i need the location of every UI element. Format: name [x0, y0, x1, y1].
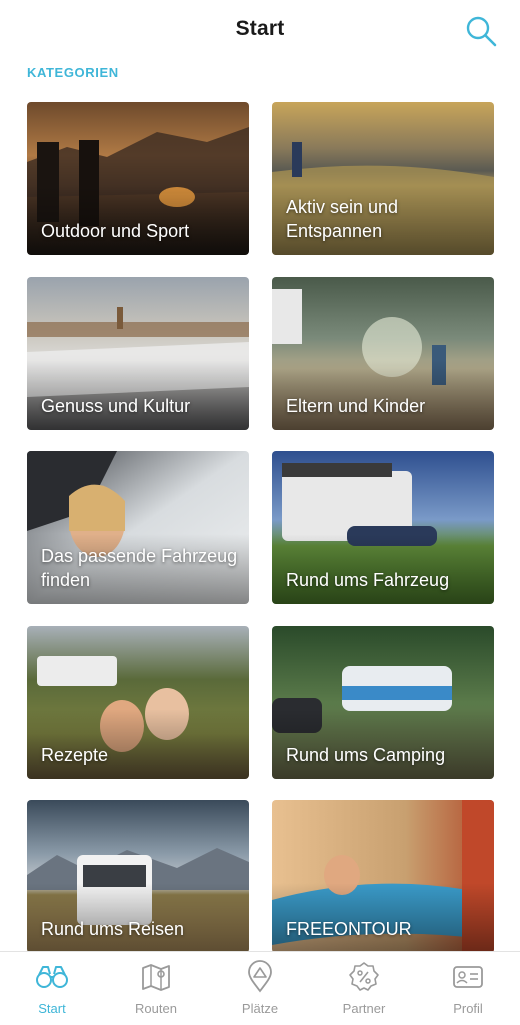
category-tile-genuss-und-kultur[interactable]: Genuss und Kultur	[27, 277, 249, 430]
category-label: Genuss und Kultur	[41, 396, 191, 416]
category-label: Rund ums Reisen	[41, 919, 185, 939]
tab-profil[interactable]: Profil	[416, 952, 520, 1025]
category-label: Outdoor und Sport	[41, 221, 190, 241]
category-tile-das-passende-fahrzeug-finden[interactable]: Das passende Fahrzeug finden	[27, 451, 249, 604]
category-tile-outdoor-und-sport[interactable]: Outdoor und Sport	[27, 102, 249, 255]
category-tile-eltern-und-kinder[interactable]: Eltern und Kinder	[272, 277, 494, 430]
id-card-icon	[453, 966, 483, 988]
tab-routen[interactable]: Routen	[104, 952, 208, 1025]
category-label: Rezepte	[41, 745, 109, 765]
bottom-tab-bar: Start Routen Plätze Partner Profil	[0, 951, 520, 1025]
category-tile-aktiv-sein-und-entspannen[interactable]: Aktiv sein und Entspannen	[272, 102, 494, 255]
category-tile-rund-ums-reisen[interactable]: Rund ums Reisen	[27, 800, 249, 953]
category-label: Eltern und Kinder	[286, 396, 426, 416]
tab-label: Routen	[135, 1001, 177, 1016]
search-button[interactable]	[464, 14, 498, 48]
tab-label: Partner	[342, 1001, 386, 1016]
tab-start[interactable]: Start	[0, 952, 104, 1025]
category-label: Rund ums Fahrzeug	[286, 570, 450, 590]
search-icon	[466, 16, 497, 47]
page-title: Start	[235, 17, 285, 40]
category-tile-rezepte[interactable]: Rezepte	[27, 626, 249, 779]
category-tile-freeontour[interactable]: FREEONTOUR	[272, 800, 494, 953]
category-tile-rund-ums-fahrzeug[interactable]: Rund ums Fahrzeug	[272, 451, 494, 604]
map-icon	[142, 964, 170, 991]
category-label: Rund ums Camping	[286, 745, 446, 765]
category-label: Das passende Fahrzeug finden	[41, 546, 238, 590]
tab-platze[interactable]: Plätze	[208, 952, 312, 1025]
tab-partner[interactable]: Partner	[312, 952, 416, 1025]
tab-label: Start	[38, 1001, 66, 1016]
tab-label: Profil	[453, 1001, 483, 1016]
percent-badge-icon	[349, 962, 379, 991]
category-label: Aktiv sein und Entspannen	[286, 197, 399, 241]
section-heading: KATEGORIEN	[27, 65, 119, 80]
tent-pin-icon	[248, 960, 272, 993]
category-label: FREEONTOUR	[286, 919, 412, 939]
app-header: Start	[0, 0, 520, 60]
tab-label: Plätze	[241, 1001, 279, 1016]
binoculars-icon	[36, 966, 68, 988]
category-tile-rund-ums-camping[interactable]: Rund ums Camping	[272, 626, 494, 779]
